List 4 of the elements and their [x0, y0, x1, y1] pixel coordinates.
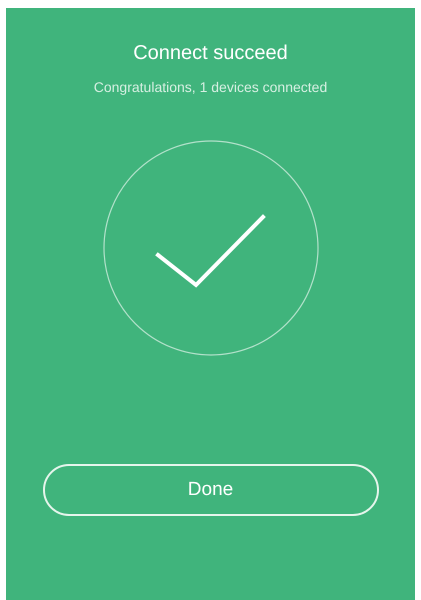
done-button[interactable]: Done	[42, 464, 378, 516]
screen-title: Connect succeed	[133, 41, 288, 65]
success-check-icon	[102, 140, 318, 356]
status-message: Congratulations, 1 devices connected	[94, 78, 328, 96]
